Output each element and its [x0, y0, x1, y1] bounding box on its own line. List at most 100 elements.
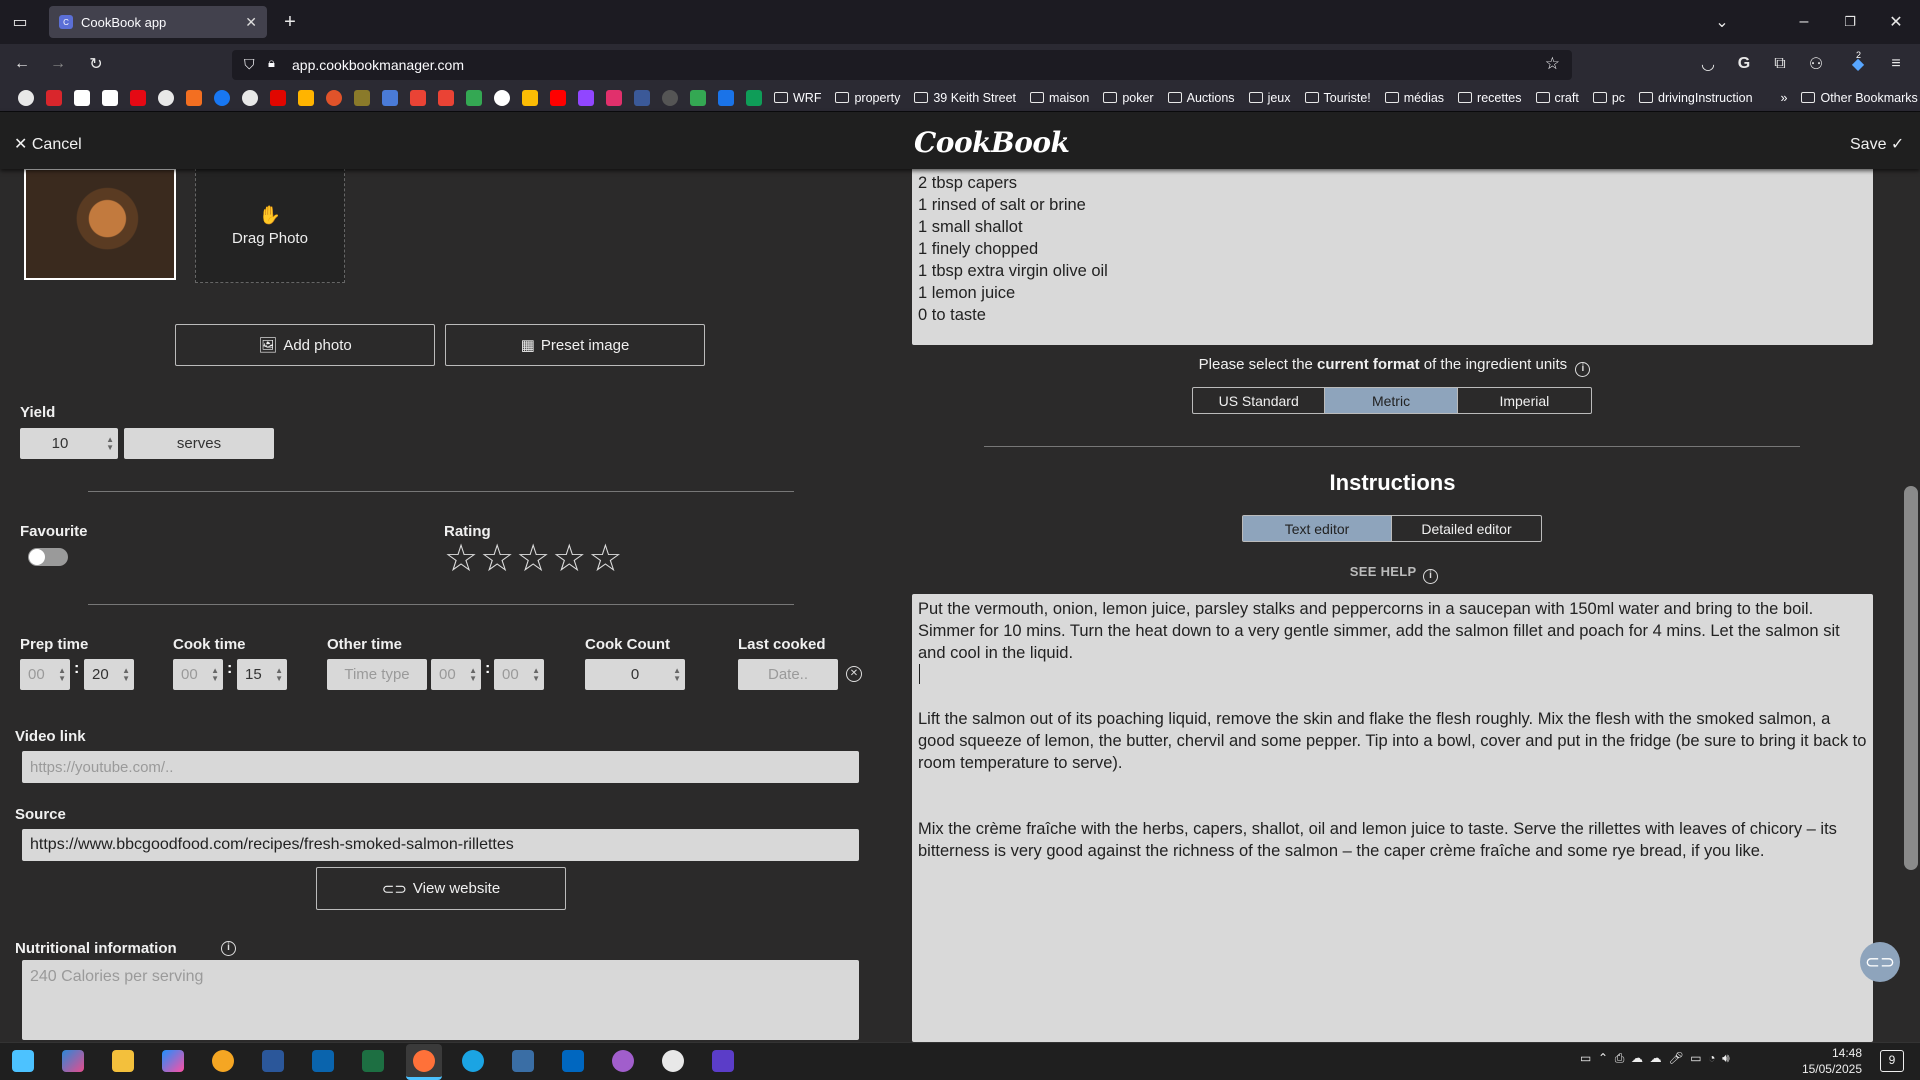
app-icon[interactable] — [212, 1050, 234, 1072]
bookmark-folder-auctions[interactable]: Auctions — [1167, 91, 1235, 105]
source-input[interactable]: https://www.bbcgoodfood.com/recipes/fres… — [22, 829, 859, 861]
extensions-icon[interactable]: ⧉ — [1770, 54, 1790, 74]
word-icon[interactable] — [262, 1050, 284, 1072]
stepper-icon[interactable]: ▲ ▼ — [532, 666, 540, 683]
recipe-photo-thumbnail[interactable] — [24, 168, 176, 280]
tab-list-icon[interactable]: ▭ — [10, 12, 30, 32]
bookmark-folder-driving[interactable]: drivingInstruction — [1639, 91, 1753, 105]
bookmark-icon[interactable] — [354, 89, 370, 106]
bookmark-folder-jeux[interactable]: jeux — [1248, 91, 1291, 105]
cook-minutes-input[interactable]: 15 ▲ ▼ — [237, 659, 287, 690]
chatgpt-icon[interactable] — [662, 1050, 684, 1072]
prep-minutes-input[interactable]: 20 ▲ ▼ — [84, 659, 134, 690]
tray-icons[interactable]: ▭ ⌃ ⎙ ☁ ☁ 🎤︎ ▭ ◔ 🔊︎ — [1580, 1051, 1730, 1066]
star-icon[interactable]: ☆ — [588, 540, 622, 578]
bookmark-folder-recettes[interactable]: recettes — [1458, 91, 1522, 105]
list-all-tabs-icon[interactable]: ⌄ — [1712, 12, 1732, 32]
bookmark-icon[interactable] — [718, 89, 734, 106]
edge-icon[interactable] — [462, 1050, 484, 1072]
amazon-icon[interactable] — [102, 89, 118, 106]
google-drive-icon[interactable] — [522, 89, 538, 106]
amazon-icon[interactable] — [74, 89, 90, 106]
google-photos-icon[interactable] — [466, 89, 482, 106]
other-time-type-input[interactable]: Time type — [327, 659, 427, 690]
app-icon[interactable] — [612, 1050, 634, 1072]
outlook-icon[interactable] — [312, 1050, 334, 1072]
globe-icon[interactable] — [18, 89, 34, 106]
new-tab-icon[interactable]: + — [280, 11, 300, 33]
yield-stepper-icon[interactable]: ▲ ▼ — [106, 435, 114, 452]
ingredients-textarea[interactable]: 2 tbsp capers 1 rinsed of salt or brine … — [912, 168, 1873, 345]
see-help-link[interactable]: SEE HELP i — [912, 564, 1873, 584]
preset-image-button[interactable]: ▦ Preset image — [445, 324, 705, 366]
lock-icon[interactable]: 🔒︎ — [268, 55, 275, 71]
format-us-standard[interactable]: US Standard — [1193, 388, 1326, 413]
menu-icon[interactable]: ≡ — [1886, 54, 1906, 74]
stepper-icon[interactable]: ▲ ▼ — [122, 666, 130, 683]
clock[interactable]: 14:48 15/05/2025 — [1786, 1045, 1862, 1077]
star-icon[interactable]: ☆ — [552, 540, 586, 578]
bookmark-folder-touriste[interactable]: Touriste! — [1304, 91, 1371, 105]
scrollbar-thumb[interactable] — [1904, 486, 1918, 870]
save-button[interactable]: Save ✓ — [1850, 134, 1904, 154]
bookmark-folder-property[interactable]: property — [835, 91, 900, 105]
info-icon[interactable]: i — [221, 941, 236, 956]
stepper-icon[interactable]: ▲ ▼ — [469, 666, 477, 683]
drag-photo-dropzone[interactable]: ✋ Drag Photo — [195, 168, 345, 283]
bookmark-folder-keith-street[interactable]: 39 Keith Street — [914, 91, 1016, 105]
m365-icon[interactable] — [162, 1050, 184, 1072]
bookmark-icon[interactable] — [270, 89, 286, 106]
bookmark-folder-craft[interactable]: craft — [1535, 91, 1579, 105]
calculator-icon[interactable] — [512, 1050, 534, 1072]
globe-icon[interactable] — [242, 89, 258, 106]
add-photo-button[interactable]: 🖼︎ Add photo — [175, 324, 435, 366]
cook-hours-input[interactable]: 00 ▲ ▼ — [173, 659, 223, 690]
star-icon[interactable]: ☆ — [444, 540, 478, 578]
stepper-icon[interactable]: ▲ ▼ — [673, 666, 681, 683]
link-float-button[interactable]: ⊂⊃ — [1860, 942, 1900, 982]
bookmark-folder-wrf[interactable]: WRF — [774, 91, 821, 105]
bookmark-icon[interactable] — [634, 89, 650, 106]
tab-detailed-editor[interactable]: Detailed editor — [1392, 516, 1541, 541]
forward-icon[interactable]: → — [48, 54, 68, 74]
cook-count-input[interactable]: 0 ▲ ▼ — [585, 659, 685, 690]
bookmark-icon[interactable] — [382, 89, 398, 106]
stepper-icon[interactable]: ▲ ▼ — [275, 666, 283, 683]
adobe-icon[interactable] — [46, 89, 62, 106]
file-explorer-icon[interactable] — [112, 1050, 134, 1072]
prep-hours-input[interactable]: 00 ▲ ▼ — [20, 659, 70, 690]
google-icon[interactable] — [494, 89, 510, 106]
view-website-button[interactable]: ⊂⊃ View website — [316, 867, 566, 910]
notifications-icon[interactable]: 9 — [1880, 1050, 1904, 1072]
video-link-input[interactable]: https://youtube.com/.. — [22, 751, 859, 783]
app-icon[interactable] — [712, 1050, 734, 1072]
windows-start-icon[interactable] — [12, 1050, 34, 1072]
cancel-button[interactable]: ✕ Cancel — [14, 134, 82, 154]
bookmark-star-icon[interactable]: ☆ — [1545, 54, 1560, 74]
bookmark-icon[interactable] — [662, 89, 678, 106]
star-icon[interactable]: ☆ — [480, 540, 514, 578]
stepper-icon[interactable]: ▲ ▼ — [211, 666, 219, 683]
tab-close-icon[interactable]: ✕ — [245, 14, 257, 31]
format-imperial[interactable]: Imperial — [1458, 388, 1591, 413]
yield-input[interactable]: 10 ▲ ▼ — [20, 428, 118, 459]
facebook-icon[interactable] — [214, 89, 230, 106]
back-icon[interactable]: ← — [12, 54, 32, 74]
shield-icon[interactable]: ⛉ — [244, 56, 255, 73]
yield-unit-input[interactable]: serves — [124, 428, 274, 459]
bookmark-folder-poker[interactable]: poker — [1103, 91, 1154, 105]
bookmark-icon[interactable] — [690, 89, 706, 106]
bookmark-icon[interactable] — [298, 89, 314, 106]
clear-date-icon[interactable]: ✕ — [846, 666, 862, 682]
app-icon[interactable] — [562, 1050, 584, 1072]
minimize-icon[interactable]: – — [1794, 12, 1814, 32]
gmail-icon[interactable] — [410, 89, 426, 106]
favourite-toggle[interactable] — [28, 548, 68, 566]
youtube-icon[interactable] — [550, 89, 566, 106]
copilot-icon[interactable] — [62, 1050, 84, 1072]
last-cooked-date-input[interactable]: Date.. — [738, 659, 838, 690]
twitch-icon[interactable] — [578, 89, 594, 106]
format-metric[interactable]: Metric — [1325, 388, 1458, 413]
instagram-icon[interactable] — [606, 89, 622, 106]
bookmark-icon[interactable] — [746, 89, 762, 106]
